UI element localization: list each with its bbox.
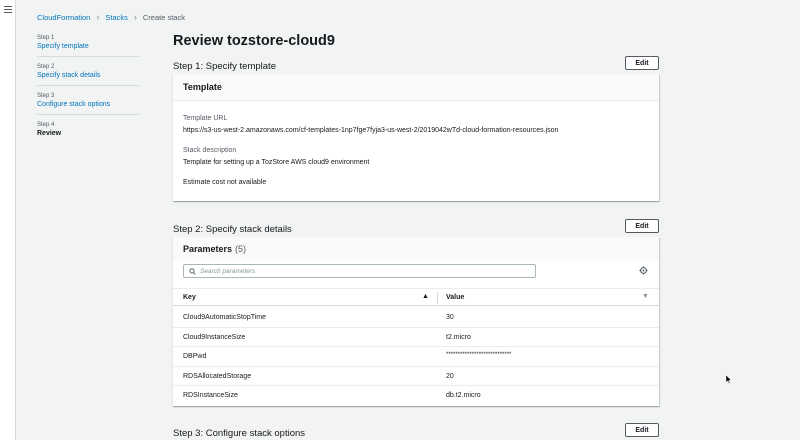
parameter-count: (5) xyxy=(235,244,247,254)
param-key: Cloud9InstanceSize xyxy=(183,333,246,341)
page-title: Review tozstore-cloud9 xyxy=(173,33,335,49)
table-row: Cloud9InstanceSize t2.micro xyxy=(173,328,659,347)
param-key: RDSInstanceSize xyxy=(183,392,238,399)
panel-header: Parameters (5) xyxy=(173,237,659,261)
search-parameters-input[interactable] xyxy=(200,267,520,275)
edit-step1-button[interactable]: Edit xyxy=(625,56,659,70)
stack-description-label: Stack description xyxy=(183,147,237,154)
param-value: 20 xyxy=(446,372,454,380)
step-number: Step 4 xyxy=(37,122,55,128)
search-icon xyxy=(189,267,196,275)
table-row: RDSInstanceSize db.t2.micro xyxy=(173,386,659,406)
side-nav-bar xyxy=(0,0,16,440)
step-number: Step 2 xyxy=(37,64,55,70)
breadcrumb: CloudFormation › Stacks › Create stack xyxy=(37,12,185,23)
wizard-steps: Step 1 Specify template Step 2 Specify s… xyxy=(37,35,139,150)
estimate-cost-text: Estimate cost not available xyxy=(183,179,267,186)
chevron-right-icon: › xyxy=(133,12,137,22)
sort-caret-icon[interactable]: ▼ xyxy=(642,293,649,300)
table-row: Cloud9AutomaticStopTime 30 xyxy=(173,308,659,328)
step-current-review: Review xyxy=(37,130,62,137)
table-row: RDSAllocatedStorage 20 xyxy=(173,367,659,386)
search-parameters-box[interactable] xyxy=(183,264,536,278)
param-key: RDSAllocatedStorage xyxy=(183,372,252,380)
panel-title: Template xyxy=(173,74,659,101)
param-key: Cloud9AutomaticStopTime xyxy=(183,314,267,321)
step3-title: Step 3: Configure stack options xyxy=(173,428,306,439)
column-divider[interactable] xyxy=(437,292,438,304)
step-link-configure-stack-options[interactable]: Configure stack options xyxy=(37,101,139,108)
menu-icon[interactable] xyxy=(4,6,12,14)
gear-icon[interactable] xyxy=(639,266,648,275)
param-value: db.t2.micro xyxy=(446,392,481,399)
column-header-key[interactable]: Key xyxy=(183,294,196,301)
mouse-cursor-icon xyxy=(726,375,732,384)
step2-title: Step 2: Specify stack details xyxy=(173,224,292,235)
parameters-table-header: Key ▲ Value ▼ xyxy=(173,288,659,306)
edit-step2-button[interactable]: Edit xyxy=(625,219,659,233)
template-url-label: Template URL xyxy=(183,115,228,122)
panel-title: Parameters xyxy=(183,244,233,254)
step-number: Step 3 xyxy=(37,93,55,99)
stack-description-value: Template for setting up a TozStore AWS c… xyxy=(183,159,370,166)
template-url-value: https://s3-us-west-2.amazonaws.com/cf-te… xyxy=(183,127,559,134)
wizard-step-1: Step 1 Specify template xyxy=(37,35,139,57)
breadcrumb-create-stack: Create stack xyxy=(142,13,185,22)
wizard-step-2: Step 2 Specify stack details xyxy=(37,64,139,86)
column-header-value[interactable]: Value xyxy=(446,294,464,301)
chevron-right-icon: › xyxy=(96,12,100,22)
param-value: t2.micro xyxy=(446,333,471,341)
step-link-specify-stack-details[interactable]: Specify stack details xyxy=(37,72,139,79)
wizard-step-4: Step 4 Review xyxy=(37,122,139,143)
table-row: DBPwd **************************** xyxy=(173,347,659,367)
step1-title: Step 1: Specify template xyxy=(173,61,276,72)
param-value: 30 xyxy=(446,314,454,321)
breadcrumb-cloudformation[interactable]: CloudFormation xyxy=(37,13,90,22)
param-key: DBPwd xyxy=(183,353,207,360)
sort-ascending-icon[interactable]: ▲ xyxy=(422,293,429,300)
template-panel: Template Template URL https://s3-us-west… xyxy=(173,74,659,201)
breadcrumb-stacks[interactable]: Stacks xyxy=(105,13,128,22)
wizard-step-3: Step 3 Configure stack options xyxy=(37,93,139,115)
step-link-specify-template[interactable]: Specify template xyxy=(37,43,139,50)
step-number: Step 1 xyxy=(37,35,55,41)
parameters-panel: Parameters (5) Key ▲ Value ▼ Cloud9Autom… xyxy=(173,237,659,406)
edit-step3-button[interactable]: Edit xyxy=(625,423,659,437)
param-value: **************************** xyxy=(446,352,512,358)
